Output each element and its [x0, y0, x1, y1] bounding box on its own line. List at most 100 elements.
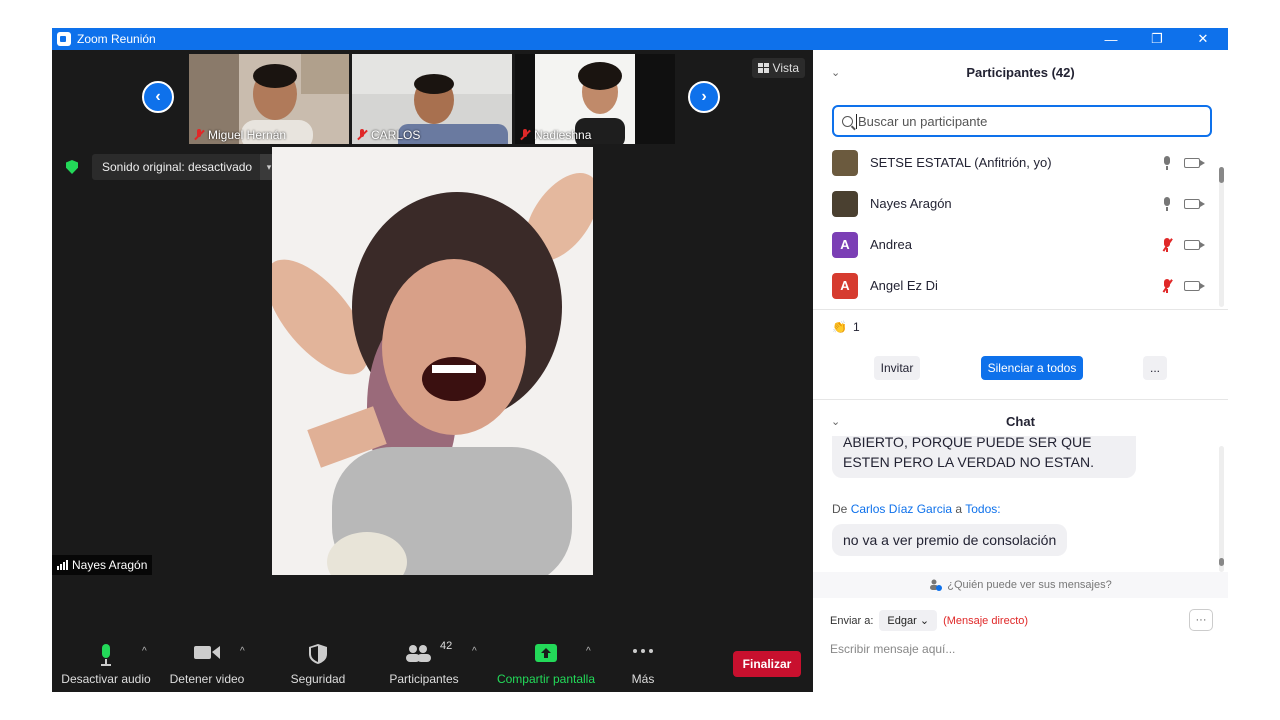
participant-list: SETSE ESTATAL (Anfitrión, yo) Nayes Arag… — [813, 142, 1218, 302]
chat-sender-line: De Carlos Díaz Garcia a Todos: — [832, 502, 1001, 516]
mic-muted-icon — [356, 129, 368, 141]
participants-label: Participantes — [389, 672, 459, 686]
clap-reaction-icon: 👏 — [832, 320, 847, 334]
recipient-value: Edgar — [887, 615, 917, 627]
video-camera-icon[interactable] — [1184, 157, 1205, 168]
chat-title: Chat — [1006, 413, 1035, 429]
search-icon — [842, 115, 853, 127]
collapse-participants-icon[interactable]: ⌄ — [831, 66, 840, 79]
who-can-see-label: ¿Quién puede ver sus mensajes? — [947, 579, 1112, 591]
thumbnail-name: Nadieshna — [534, 128, 592, 142]
participant-thumbnail[interactable]: Nadieshna — [515, 54, 675, 144]
chat-more-button[interactable]: ··· — [1189, 609, 1213, 631]
zoom-logo-icon — [57, 32, 71, 46]
minimize-button[interactable]: — — [1088, 28, 1134, 50]
restore-button[interactable]: ❐ — [1134, 28, 1180, 50]
mic-muted-icon[interactable] — [1161, 278, 1173, 293]
more-button[interactable]: Más — [618, 634, 668, 692]
from-prefix: De — [832, 502, 848, 516]
video-area: ‹ Miguel Hernán CARLOS Nadieshna › Vista… — [52, 50, 813, 692]
thumbnail-name-label: Nadieshna — [519, 128, 591, 142]
mute-all-button[interactable]: Silenciar a todos — [981, 356, 1083, 380]
divider — [813, 309, 1228, 310]
zoom-window: Zoom Reunión — ❐ ✕ ‹ Miguel Hernán CARLO… — [52, 28, 1228, 692]
who-can-see-messages[interactable]: ¿Quién puede ver sus mensajes? — [813, 572, 1228, 598]
mute-audio-button[interactable]: Desactivar audio — [60, 634, 152, 692]
grid-view-icon — [757, 63, 769, 73]
microphone-icon — [101, 644, 111, 666]
participant-row[interactable]: A Angel Ez Di — [813, 265, 1218, 302]
participants-title: Participantes (42) — [966, 64, 1075, 80]
participants-options-caret[interactable]: ^ — [472, 646, 477, 657]
mic-muted-icon[interactable] — [1161, 237, 1173, 252]
chevron-down-icon: ⌄ — [919, 615, 930, 627]
next-page-button[interactable]: › — [688, 81, 720, 113]
title-bar: Zoom Reunión — ❐ ✕ — [52, 28, 1228, 50]
participant-thumbnail[interactable]: Miguel Hernán — [189, 54, 349, 144]
microphone-icon[interactable] — [1161, 155, 1173, 170]
thumbnail-strip: ‹ Miguel Hernán CARLOS Nadieshna › Vista — [52, 50, 813, 146]
collapse-chat-icon[interactable]: ⌄ — [831, 415, 840, 428]
participant-thumbnail[interactable]: CARLOS — [352, 54, 512, 144]
view-button-label: Vista — [772, 61, 799, 75]
participant-row[interactable]: A Andrea — [813, 224, 1218, 265]
participant-avatar — [832, 190, 858, 217]
security-button[interactable]: Seguridad — [280, 634, 356, 692]
thumbnail-name-label: Miguel Hernán — [193, 128, 286, 142]
view-button[interactable]: Vista — [751, 58, 805, 78]
video-camera-icon[interactable] — [1184, 280, 1205, 291]
close-button[interactable]: ✕ — [1180, 28, 1226, 50]
participants-button[interactable]: 42 Participantes — [382, 634, 466, 692]
encryption-shield-icon[interactable] — [66, 160, 78, 174]
invite-button[interactable]: Invitar — [874, 356, 920, 380]
participant-avatar: A — [832, 272, 858, 299]
meeting-toolbar: Desactivar audio ^ Detener video ^ Segur… — [52, 634, 813, 692]
from-to-connector: a — [955, 502, 963, 516]
share-screen-button[interactable]: Compartir pantalla — [492, 634, 600, 692]
video-camera-icon[interactable] — [1184, 198, 1205, 209]
mute-audio-label: Desactivar audio — [61, 672, 151, 686]
participant-name: Andrea — [870, 237, 912, 252]
participant-name: Angel Ez Di — [870, 278, 938, 293]
signal-strength-icon — [57, 560, 68, 570]
chat-compose-input[interactable]: Escribir mensaje aquí... — [830, 642, 955, 656]
chat-messages: ABIERTO, PORQUE PUEDE SER QUE ESTEN PERO… — [813, 436, 1218, 576]
share-options-caret[interactable]: ^ — [586, 646, 591, 657]
stop-video-button[interactable]: Detener video — [166, 634, 248, 692]
participant-avatar: A — [832, 231, 858, 258]
sender-name[interactable]: Carlos Díaz Garcia — [851, 502, 952, 516]
prev-page-button[interactable]: ‹ — [142, 81, 174, 113]
security-shield-icon — [309, 644, 327, 664]
thumbnail-name: Miguel Hernán — [208, 128, 287, 142]
participants-icon — [406, 645, 431, 662]
video-options-caret[interactable]: ^ — [240, 646, 245, 657]
thumbnail-name: CARLOS — [371, 128, 421, 142]
participant-name: Nayes Aragón — [870, 196, 952, 211]
send-to-row: Enviar a: Edgar ⌄ (Mensaje directo) — [830, 610, 1028, 631]
audio-options-caret[interactable]: ^ — [142, 646, 147, 657]
speaker-video-frame — [272, 147, 593, 575]
more-dots-icon — [633, 649, 653, 653]
participant-row[interactable]: SETSE ESTATAL (Anfitrión, yo) — [813, 142, 1218, 183]
direct-message-label: (Mensaje directo) — [943, 614, 1029, 627]
participant-list-scrollbar[interactable] — [1219, 167, 1224, 307]
end-meeting-button[interactable]: Finalizar — [733, 651, 801, 677]
chat-scrollbar[interactable] — [1219, 446, 1224, 572]
mic-muted-icon — [519, 129, 531, 141]
recipient-select[interactable]: Edgar ⌄ — [879, 610, 938, 631]
video-camera-icon — [194, 646, 220, 659]
participant-search-input[interactable]: Buscar un participante — [832, 105, 1212, 137]
participants-header: ⌄ Participantes (42) — [813, 50, 1228, 94]
participant-name: SETSE ESTATAL (Anfitrión, yo) — [870, 155, 1052, 170]
recipient-name: Todos: — [965, 502, 1001, 516]
participants-more-button[interactable]: ... — [1143, 356, 1167, 380]
video-camera-icon[interactable] — [1184, 239, 1205, 250]
mic-muted-icon — [193, 129, 205, 141]
participant-row[interactable]: Nayes Aragón — [813, 183, 1218, 224]
chat-message: ABIERTO, PORQUE PUEDE SER QUE ESTEN PERO… — [832, 436, 1136, 478]
thumbnail-name-label: CARLOS — [356, 128, 420, 142]
more-label: Más — [631, 672, 655, 686]
original-sound-toggle[interactable]: Sonido original: desactivado — [92, 154, 263, 180]
microphone-icon[interactable] — [1161, 196, 1173, 211]
person-info-icon — [930, 579, 943, 591]
